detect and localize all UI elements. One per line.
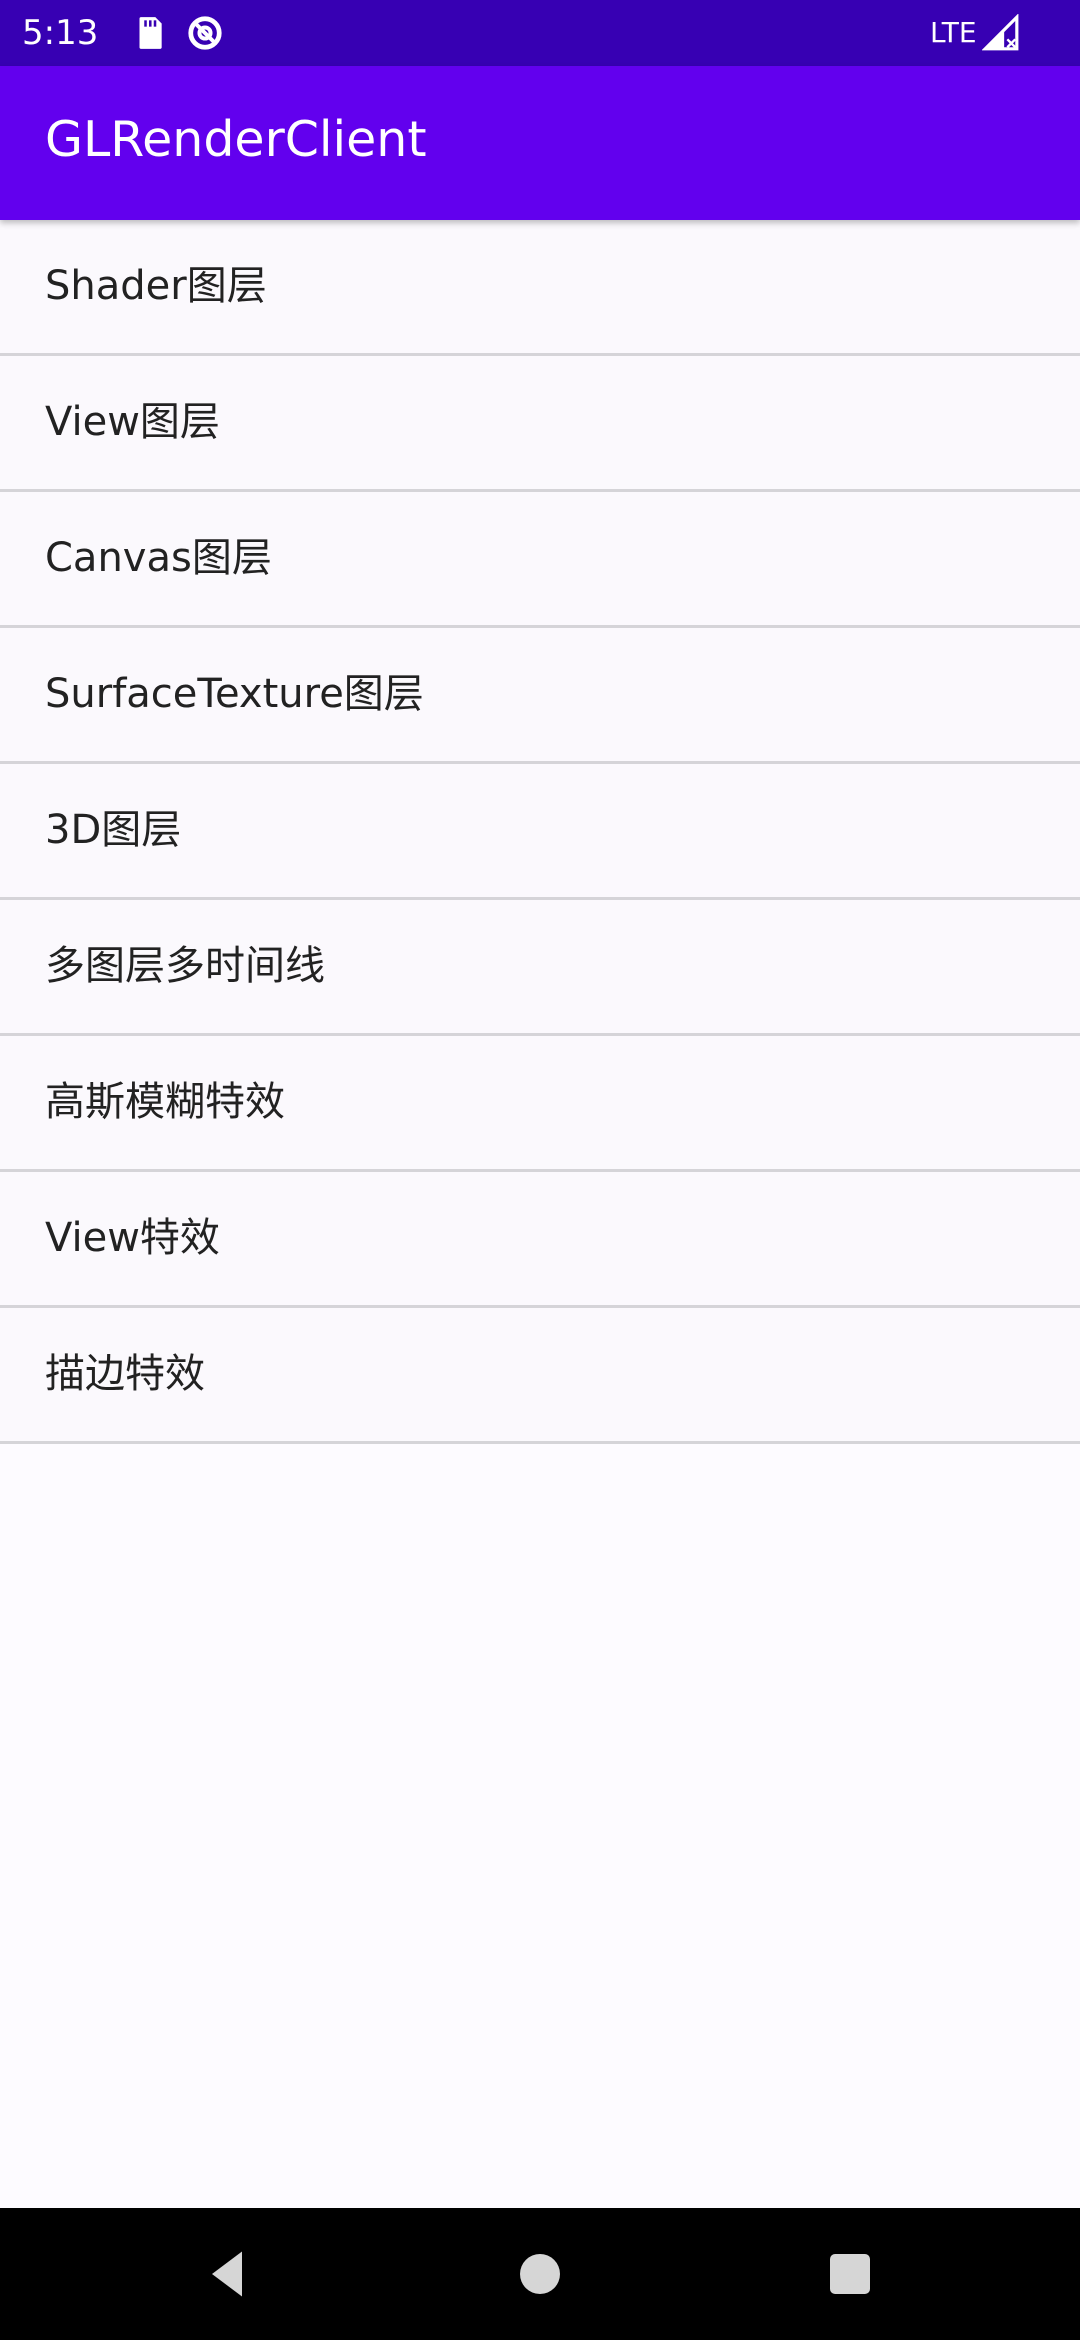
- list-item-3d-layer[interactable]: 3D图层: [0, 764, 1080, 900]
- list-item-shader-layer[interactable]: Shader图层: [0, 220, 1080, 356]
- list-item-multi-layer-timeline[interactable]: 多图层多时间线: [0, 900, 1080, 1036]
- do-not-disturb-icon: [188, 16, 222, 50]
- list-item-view-effect[interactable]: View特效: [0, 1172, 1080, 1308]
- list-item-surfacetexture-layer[interactable]: SurfaceTexture图层: [0, 628, 1080, 764]
- list-item-label: SurfaceTexture图层: [45, 671, 424, 717]
- home-icon[interactable]: [510, 2244, 570, 2304]
- network-type: LTE: [930, 16, 977, 49]
- app-title: GLRenderClient: [45, 111, 427, 168]
- app-bar: GLRenderClient: [0, 66, 1080, 220]
- list-item-label: 3D图层: [45, 807, 182, 853]
- back-icon[interactable]: [197, 2244, 257, 2304]
- list-item-label: View特效: [45, 1215, 220, 1261]
- list-item-stroke-effect[interactable]: 描边特效: [0, 1308, 1080, 1444]
- sd-card-icon: [139, 17, 162, 49]
- list-item-gaussian-blur-effect[interactable]: 高斯模糊特效: [0, 1036, 1080, 1172]
- menu-list: Shader图层 View图层 Canvas图层 SurfaceTexture图…: [0, 220, 1080, 1444]
- recents-icon[interactable]: [820, 2244, 880, 2304]
- signal-icon: [982, 14, 1019, 51]
- status-bar: 5:13 LTE: [0, 0, 1080, 66]
- list-item-label: 描边特效: [45, 1351, 205, 1397]
- navigation-bar: [0, 2208, 1080, 2340]
- list-item-view-layer[interactable]: View图层: [0, 356, 1080, 492]
- list-item-label: 多图层多时间线: [45, 943, 325, 989]
- list-item-canvas-layer[interactable]: Canvas图层: [0, 492, 1080, 628]
- list-item-label: 高斯模糊特效: [45, 1079, 285, 1125]
- list-item-label: View图层: [45, 399, 220, 445]
- status-time: 5:13: [22, 13, 99, 53]
- list-item-label: Canvas图层: [45, 535, 272, 581]
- list-item-label: Shader图层: [45, 263, 267, 309]
